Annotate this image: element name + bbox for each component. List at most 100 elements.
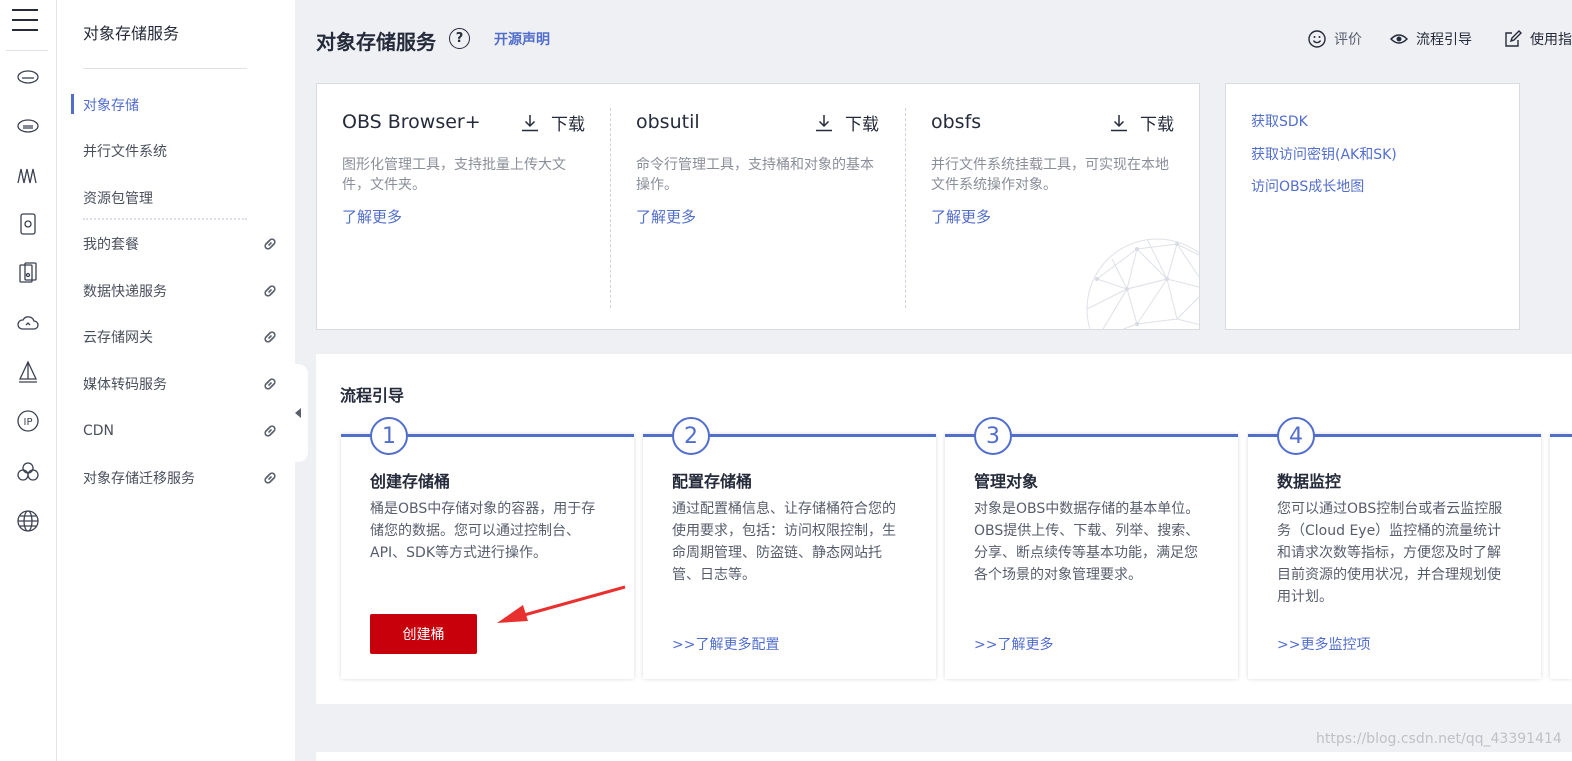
tool-name: obsutil: [636, 111, 700, 133]
external-link-icon[interactable]: [262, 470, 278, 486]
storage-disk-icon[interactable]: [15, 113, 41, 139]
step-create-bucket: 1 创建存储桶 桶是OBS中存储对象的容器，用于存储您的数据。您可以通过控制台、…: [341, 417, 634, 679]
step-title: 数据监控: [1277, 472, 1342, 491]
sidebar-item-storage-gateway[interactable]: 云存储网关: [83, 326, 283, 348]
step-data-monitoring: 4 数据监控 您可以通过OBS控制台或者云监控服务（Cloud Eye）监控桶的…: [1248, 417, 1541, 679]
sail-icon[interactable]: [15, 359, 41, 385]
section-title: 流程引导: [340, 386, 405, 405]
step-description: 对象是OBS中数据存储的基本单位。OBS提供上传、下载、列举、搜索、分享、断点续…: [974, 501, 1200, 583]
watermark: https://blog.csdn.net/qq_43391414: [1316, 731, 1562, 747]
create-bucket-button[interactable]: 创建桶: [370, 614, 477, 654]
step-configure-bucket: 2 配置存储桶 通过配置桶信息、让存储桶符合您的使用要求，包括：访问权限控制，生…: [643, 417, 936, 679]
step-partial: [1550, 434, 1572, 679]
growth-map-link[interactable]: 访问OBS成长地图: [1251, 176, 1364, 196]
usage-guide-label: 使用指: [1530, 32, 1572, 48]
sidebar-title: 对象存储服务: [83, 24, 180, 43]
download-button[interactable]: 下载: [815, 110, 879, 135]
external-link-icon[interactable]: [262, 376, 278, 392]
cluster-icon[interactable]: [15, 459, 41, 485]
sidebar-item-resource-package[interactable]: 资源包管理: [83, 187, 283, 209]
external-link-icon[interactable]: [262, 423, 278, 439]
tool-description: 图形化管理工具，支持批量上传大文件，文件夹。: [342, 157, 566, 193]
ip-icon[interactable]: IP: [15, 408, 41, 434]
learn-more-link[interactable]: 了解更多: [636, 206, 696, 227]
menu-icon[interactable]: [12, 8, 38, 32]
step-manage-objects: 3 管理对象 对象是OBS中数据存储的基本单位。OBS提供上传、下载、列举、搜索…: [945, 417, 1238, 679]
tools-card: OBS Browser+ 下载 图形化管理工具，支持批量上传大文件，文件夹。 了…: [316, 83, 1200, 330]
step-number: 3: [974, 417, 1012, 455]
globe-icon[interactable]: [15, 508, 41, 534]
sidebar-item-cdn[interactable]: CDN: [83, 420, 283, 442]
sidebar-collapse-button[interactable]: [287, 364, 308, 462]
tool-description: 命令行管理工具，支持桶和对象的基本操作。: [636, 157, 874, 193]
sidebar: 对象存储服务 对象存储 并行文件系统 资源包管理 我的套餐 数据快递服务 云存储…: [57, 0, 295, 761]
external-link-icon[interactable]: [262, 283, 278, 299]
learn-more-link[interactable]: >>了解更多: [974, 634, 1053, 654]
download-label: 下载: [1140, 115, 1174, 135]
smile-icon: [1308, 30, 1326, 48]
tool-name: OBS Browser+: [342, 111, 481, 133]
process-guide-section: 流程引导 1 创建存储桶 桶是OBS中存储对象的容器，用于存储您的数据。您可以通…: [316, 354, 1572, 704]
cloud-icon[interactable]: [15, 310, 41, 336]
tool-description: 并行文件系统挂载工具，可实现在本地文件系统操作对象。: [931, 157, 1169, 193]
step-line: [1550, 434, 1572, 437]
annotation-arrow-icon: [497, 585, 626, 623]
learn-more-config-link[interactable]: >>了解更多配置: [672, 634, 779, 654]
download-label: 下载: [845, 115, 879, 135]
more-monitoring-link[interactable]: >>更多监控项: [1277, 634, 1370, 654]
learn-more-link[interactable]: 了解更多: [342, 206, 402, 227]
download-label: 下载: [551, 115, 585, 135]
next-section-card: [316, 752, 1572, 761]
get-access-key-link[interactable]: 获取访问密钥(AK和SK): [1251, 144, 1397, 164]
tool-obs-browser: OBS Browser+ 下载 图形化管理工具，支持批量上传大文件，文件夹。 了…: [317, 84, 611, 329]
rail-divider: [6, 50, 48, 51]
tool-obsutil: obsutil 下载 命令行管理工具，支持桶和对象的基本操作。 了解更多: [611, 84, 905, 329]
sidebar-item-parallel-fs[interactable]: 并行文件系统: [83, 140, 283, 162]
step-number: 2: [672, 417, 710, 455]
process-guide-button[interactable]: 流程引导: [1390, 28, 1472, 50]
step-title: 管理对象: [974, 472, 1039, 491]
download-button[interactable]: 下载: [1110, 110, 1174, 135]
sidebar-divider: [83, 68, 247, 69]
get-sdk-link[interactable]: 获取SDK: [1251, 111, 1308, 131]
step-number: 1: [370, 417, 408, 455]
help-icon[interactable]: ?: [449, 28, 470, 49]
sidebar-item-media-transcode[interactable]: 媒体转码服务: [83, 373, 283, 395]
external-link-icon[interactable]: [262, 236, 278, 252]
external-link-icon[interactable]: [262, 329, 278, 345]
step-description: 桶是OBS中存储对象的容器，用于存储您的数据。您可以通过控制台、API、SDK等…: [370, 501, 596, 561]
usage-guide-button[interactable]: 使用指: [1504, 28, 1572, 50]
waves-icon[interactable]: [15, 162, 41, 188]
download-icon: [1111, 114, 1127, 131]
download-button[interactable]: 下载: [521, 110, 585, 135]
edit-icon: [1505, 30, 1522, 47]
open-source-link[interactable]: 开源声明: [494, 29, 550, 49]
download-icon: [522, 114, 538, 131]
server-icon[interactable]: [15, 260, 41, 286]
step-description: 您可以通过OBS控制台或者云监控服务（Cloud Eye）监控桶的流量统计和请求…: [1277, 501, 1503, 605]
learn-more-link[interactable]: 了解更多: [931, 206, 991, 227]
sidebar-dotted-divider: [83, 218, 247, 220]
eye-icon: [1390, 34, 1408, 44]
active-indicator: [71, 94, 74, 114]
icon-rail: IP: [0, 0, 57, 761]
page-title: 对象存储服务: [316, 30, 436, 54]
tool-name: obsfs: [931, 111, 982, 133]
sidebar-item-object-storage[interactable]: 对象存储: [83, 94, 283, 116]
step-title: 创建存储桶: [370, 472, 451, 491]
quick-links-card: 获取SDK 获取访问密钥(AK和SK) 访问OBS成长地图: [1225, 83, 1520, 330]
decorative-globe-icon: [1086, 238, 1199, 329]
step-title: 配置存储桶: [672, 472, 753, 491]
step-description: 通过配置桶信息、让存储桶符合您的使用要求，包括：访问权限控制，生命周期管理、防盗…: [672, 501, 896, 583]
download-icon: [816, 114, 832, 131]
process-guide-label: 流程引导: [1416, 32, 1472, 48]
rate-button[interactable]: 评价: [1308, 28, 1362, 50]
sidebar-item-data-express[interactable]: 数据快递服务: [83, 280, 283, 302]
box-icon[interactable]: [15, 211, 41, 237]
sidebar-item-migration[interactable]: 对象存储迁移服务: [83, 467, 283, 489]
sidebar-item-my-packages[interactable]: 我的套餐: [83, 233, 283, 255]
rate-label: 评价: [1334, 32, 1362, 48]
svg-text:IP: IP: [24, 417, 33, 428]
step-number: 4: [1277, 417, 1315, 455]
storage-drive-icon[interactable]: [15, 64, 41, 90]
